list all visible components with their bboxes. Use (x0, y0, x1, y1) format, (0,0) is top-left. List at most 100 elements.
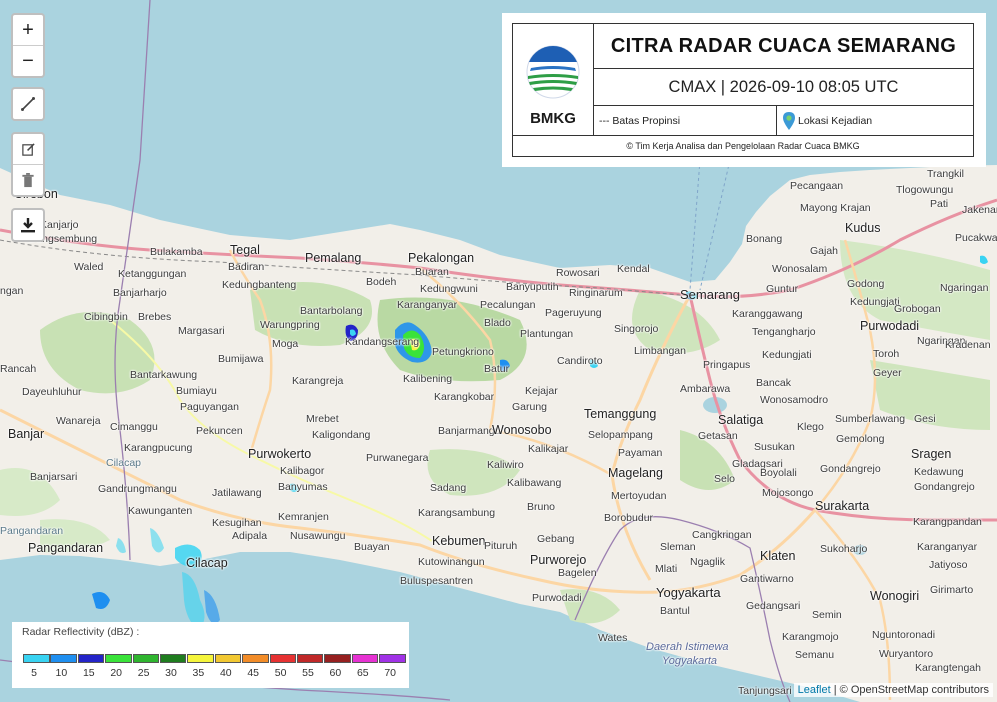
place-label: Garung (512, 401, 548, 413)
place-label: Cilacap (186, 556, 228, 570)
place-label: Banyuputih (506, 281, 559, 293)
reflectivity-swatch (214, 654, 242, 663)
place-label: Kalibawang (507, 477, 562, 489)
osm-attribution[interactable]: OpenStreetMap contributors (851, 684, 989, 696)
place-label: Petungkriono (432, 346, 494, 358)
place-label: Banjarsari (30, 471, 78, 483)
place-label: Gedangsari (746, 600, 801, 612)
reflectivity-legend: Radar Reflectivity (dBZ) : 5 10 15 20 25 30 35… (12, 622, 409, 688)
leaflet-link[interactable]: Leaflet (798, 684, 831, 696)
reflectivity-tick-label: 5 (31, 667, 37, 679)
reflectivity-swatch (379, 654, 406, 663)
place-label: Plantungan (520, 328, 574, 340)
place-label: Karangtengah (915, 662, 981, 674)
place-label: Karanganyar (397, 299, 458, 311)
edit-layers-button[interactable] (13, 134, 43, 165)
place-label: Godong (847, 278, 885, 290)
place-label: Wonosamodro (760, 394, 829, 406)
place-label: Pemalang (305, 251, 362, 265)
reflectivity-swatch (324, 654, 351, 663)
place-label: Mlati (655, 563, 678, 575)
event-location-label: Lokasi Kejadian (798, 114, 873, 127)
place-label: Gebang (537, 533, 575, 545)
place-label: Payaman (618, 447, 663, 459)
place-label: Buayan (354, 541, 390, 553)
place-label: Sumberlawang (835, 413, 906, 425)
reflectivity-tick-label: 20 (110, 667, 123, 679)
place-label: Kedungjati (762, 349, 812, 361)
map-attribution: Leaflet | © OpenStreetMap contributors (793, 683, 993, 697)
place-label: Surakarta (815, 499, 870, 513)
place-label: Purwokerto (248, 447, 312, 461)
reflectivity-tick-label: 30 (165, 667, 177, 679)
place-label: Kalikajar (528, 443, 569, 455)
place-label: Selopampang (588, 429, 653, 441)
place-label: Karangkobar (434, 391, 495, 403)
place-label: Karanggawang (732, 308, 803, 320)
place-label: Cilacap (106, 457, 142, 469)
place-label: Tlogowungu (896, 184, 954, 196)
reflectivity-swatch (77, 654, 105, 663)
place-label: Nguntoronadi (872, 629, 936, 641)
place-label: Purwanegara (366, 452, 429, 464)
place-label: Kaliwiro (487, 459, 524, 471)
place-label: Tegal (230, 243, 260, 257)
place-label: Kalibening (403, 373, 453, 385)
place-label: Singorojo (614, 323, 659, 335)
place-label: Yogyakarta (662, 655, 718, 667)
zoom-in-button[interactable]: + (13, 15, 43, 46)
place-label: Margasari (178, 325, 225, 337)
info-table: BMKG CITRA RADAR CUACA SEMARANG CMAX | 2… (512, 23, 974, 157)
place-label: Grobogan (894, 303, 941, 315)
radar-info-panel: BMKG CITRA RADAR CUACA SEMARANG CMAX | 2… (502, 13, 986, 167)
place-label: Sleman (660, 541, 696, 553)
place-label: Karangreja (292, 375, 344, 387)
place-label: Klego (797, 421, 824, 433)
bmkg-logo-icon: BMKG (526, 45, 580, 127)
measure-control (11, 87, 45, 121)
place-label: Kemranjen (278, 511, 329, 523)
place-label: Kalibagor (280, 465, 325, 477)
reflectivity-tick-label: 40 (219, 667, 232, 679)
place-label: Gajah (810, 245, 839, 257)
place-label: Pituruh (484, 540, 518, 552)
place-label: Semarang (680, 287, 740, 302)
place-label: Gondangrejo (914, 481, 975, 493)
place-label: Mayong Krajan (800, 202, 871, 214)
place-label: Waled (74, 261, 104, 273)
place-label: Bantul (660, 605, 690, 617)
place-label: Purwodadi (860, 319, 920, 333)
place-label: Pangandaran (28, 541, 104, 555)
place-label: Ngaglik (690, 556, 726, 568)
reflectivity-swatch (50, 654, 77, 663)
place-label: Kesugihan (212, 517, 262, 529)
reflectivity-tick-label: 60 (329, 667, 342, 679)
reflectivity-swatch (351, 654, 379, 663)
location-pin-icon (783, 111, 795, 130)
place-label: Pati (930, 198, 949, 210)
place-label: Kradenan (945, 339, 991, 351)
place-label: Blado (484, 317, 511, 329)
measure-line-button[interactable] (13, 89, 43, 119)
place-label: Wanareja (56, 415, 101, 427)
place-label: Mertoyudan (611, 490, 667, 502)
place-label: Paguyangan (180, 401, 239, 413)
place-label: Tengangharjo (752, 326, 816, 338)
place-label: Bancak (756, 377, 792, 389)
place-label: Kandangserang (345, 336, 420, 348)
reflectivity-swatch (23, 654, 50, 663)
place-label: Tanjungsari (738, 685, 792, 697)
download-button[interactable] (13, 210, 43, 240)
reflectivity-tick-label: 45 (247, 667, 260, 679)
zoom-out-button[interactable]: − (13, 46, 43, 76)
place-label: Bagelen (558, 567, 597, 579)
place-label: Ringinarum (569, 287, 623, 299)
place-label: Bumiayu (176, 385, 217, 397)
reflectivity-tick-label: 15 (82, 667, 95, 679)
delete-layers-button[interactable] (13, 165, 43, 195)
place-label: Guntur (766, 283, 799, 295)
reflectivity-tick-label: 35 (192, 667, 205, 679)
reflectivity-swatch (159, 654, 187, 663)
place-label: Salatiga (718, 413, 764, 427)
place-label: Susukan (754, 441, 795, 453)
